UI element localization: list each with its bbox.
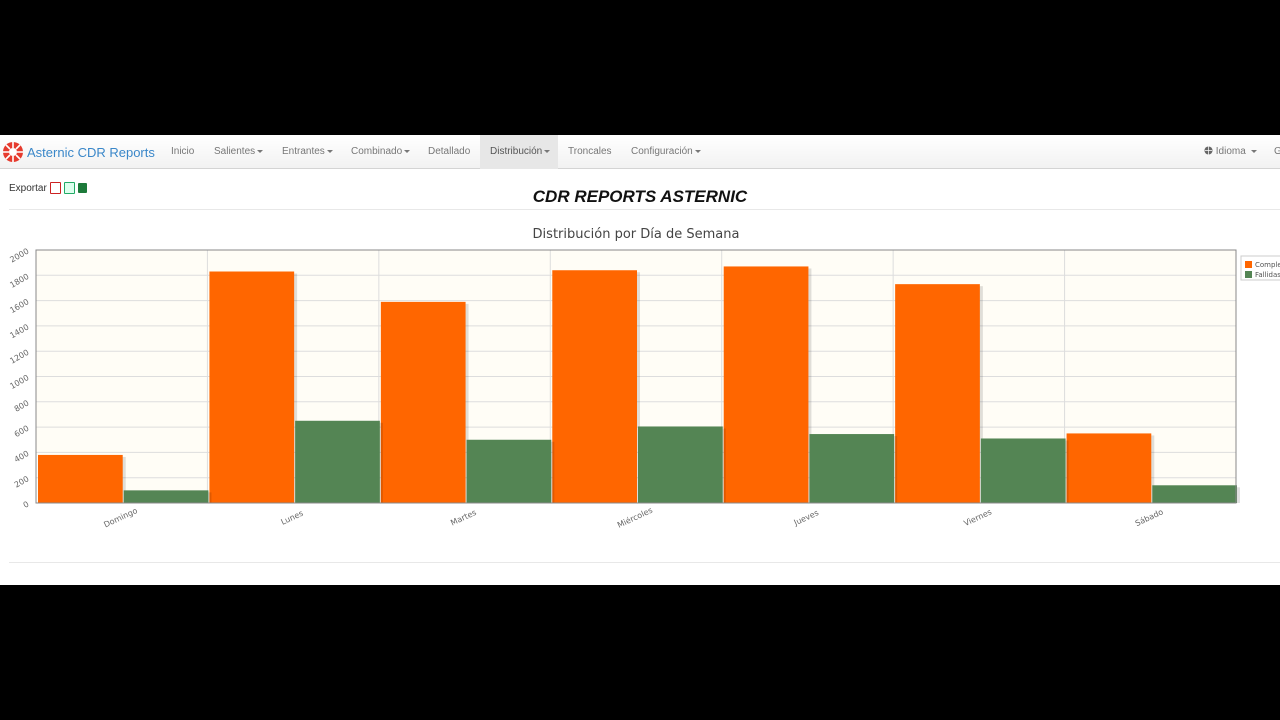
chevron-down-icon [404,149,411,153]
bar-completed [209,271,295,503]
distribution-chart: Distribución por Día de Semana 0 200 400 600… [8,227,1280,530]
globe-icon [1204,146,1213,155]
nav-item-3[interactable]: Combinado [341,135,420,169]
bar-completed [723,266,809,503]
y-tick-label: 200 [13,474,31,489]
y-tick-label: 2000 [8,247,30,265]
bar-completed [38,454,123,503]
x-tick-label: Miércoles [616,505,654,530]
chevron-down-icon [1250,149,1257,153]
bar-failed [809,434,895,503]
nav-item-label: Detallado [428,146,471,157]
bar-failed [466,439,552,503]
nav-item-cut[interactable]: G [1264,135,1280,169]
x-tick-label: Viernes [962,507,993,528]
y-tick-label: 600 [13,424,31,439]
nav-item-0[interactable]: Inicio [161,135,204,169]
chevron-down-icon [694,149,701,153]
bar-failed [123,490,209,503]
y-tick-label: 1800 [8,272,30,290]
bar-completed [552,270,637,503]
chevron-down-icon [544,149,551,153]
y-tick-label: 1200 [8,348,30,366]
nav-item-label: Configuración [631,146,693,157]
divider [9,209,1280,210]
brand[interactable]: Asternic CDR Reports [2,135,155,169]
nav-item-label: Distribución [490,146,543,157]
bar-completed [1066,433,1152,503]
y-tick-label: 1400 [8,322,30,340]
legend-swatch [1245,261,1252,268]
x-tick-label: Domingo [102,506,139,529]
nav-item-2[interactable]: Entrantes [272,135,343,169]
nav-item-label: Troncales [568,146,612,157]
page-title: CDR REPORTS ASTERNIC [532,187,748,206]
legend-label: Fallidas [1255,271,1280,279]
language-label: Idioma [1215,146,1246,157]
y-tick-label: 1600 [8,297,30,315]
nav-item-5[interactable]: Distribución [480,135,558,169]
chevron-down-icon [257,149,264,153]
legend-swatch [1245,271,1252,278]
bar-failed [295,420,380,503]
language-menu[interactable]: Idioma [1194,135,1267,169]
chevron-down-icon [326,149,333,153]
legend-label: Comple [1255,261,1280,269]
navbar: Asternic CDR Reports Inicio Salientes Entr… [0,135,1280,169]
y-tick-label: 400 [13,449,31,464]
x-tick-label: Lunes [280,509,305,527]
bar-completed [895,284,980,503]
nav-item-7[interactable]: Configuración [621,135,711,169]
nav-item-6[interactable]: Troncales [558,135,622,169]
x-tick-label: Jueves [792,508,820,528]
brand-title: Asternic CDR Reports [27,144,155,160]
asternic-logo-icon [3,142,23,162]
x-tick-label: Sábado [1134,507,1165,528]
y-tick-label: 800 [13,398,31,413]
chart-title: Distribución por Día de Semana [533,227,740,242]
divider [9,562,1280,563]
nav-item-label: Salientes [214,146,256,157]
nav-item-label: Combinado [351,146,403,157]
nav-item-1[interactable]: Salientes [204,135,273,169]
nav-item-label: Entrantes [282,146,325,157]
bar-failed [638,426,723,503]
y-tick-label: 1000 [8,373,30,391]
x-tick-label: Martes [449,508,478,528]
y-tick-label: 0 [22,500,31,510]
bar-completed [380,301,466,503]
bar-failed [1152,485,1237,503]
nav-item-4[interactable]: Detallado [418,135,480,169]
app-window: Asternic CDR Reports Inicio Salientes Entr… [0,135,1280,585]
bar-failed [980,438,1066,503]
nav-item-label: Inicio [171,146,195,157]
